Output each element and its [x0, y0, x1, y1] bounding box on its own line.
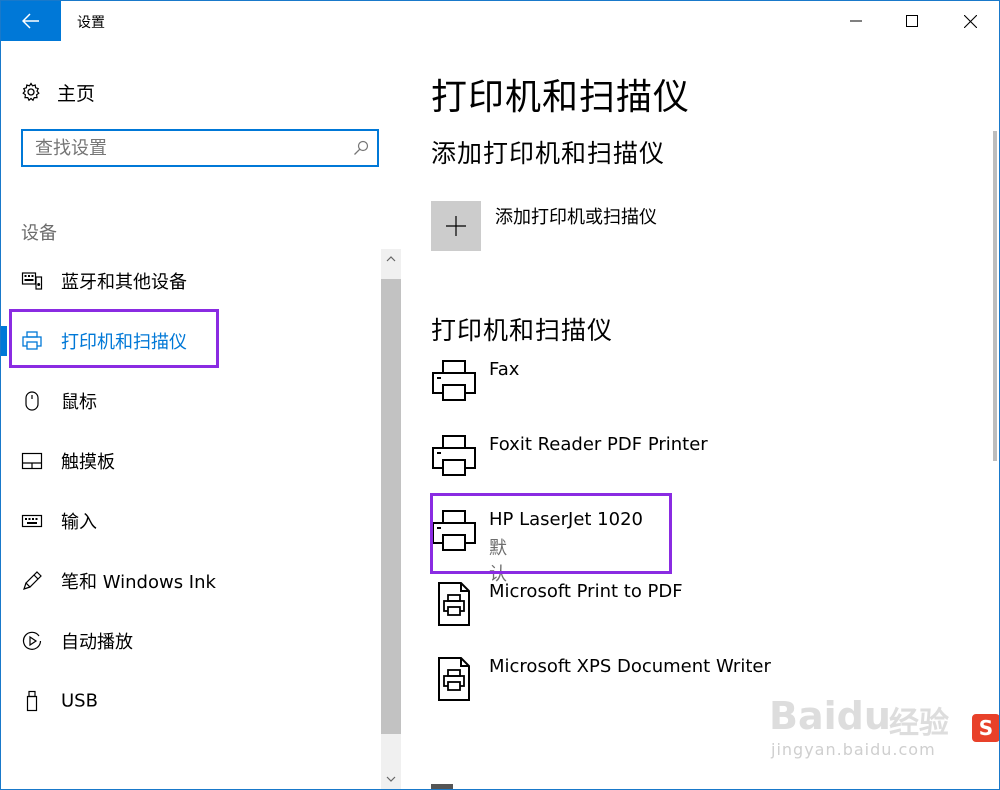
scroll-up-button[interactable]: [381, 249, 401, 269]
watermark-url: jingyan.baidu.com: [771, 740, 936, 759]
bluetooth-devices-icon: [21, 270, 43, 292]
main-content: 打印机和扫描仪 添加打印机和扫描仪 添加打印机或扫描仪 打印机和扫描仪 Fax: [401, 41, 999, 789]
printer-name: Microsoft XPS Document Writer: [489, 656, 771, 677]
title-bar: 设置: [1, 1, 999, 41]
sidebar-item-label: 自动播放: [61, 632, 133, 653]
sidebar-item-mouse[interactable]: 鼠标: [1, 371, 379, 431]
sidebar: 主页 设备 蓝牙和其他设备: [1, 41, 401, 789]
document-printer-icon: [438, 582, 470, 626]
list-section-title: 打印机和扫描仪: [431, 316, 614, 345]
baidu-watermark: Baidu 经验 jingyan.baidu.com S: [761, 684, 999, 774]
sidebar-item-usb[interactable]: USB: [1, 671, 379, 731]
home-link[interactable]: 主页: [21, 79, 95, 105]
section-label-devices: 设备: [21, 223, 57, 244]
home-label: 主页: [57, 82, 96, 105]
scrollbar-thumb[interactable]: [381, 279, 401, 734]
maximize-icon: [906, 15, 918, 27]
minimize-button[interactable]: [827, 1, 885, 41]
active-indicator: [1, 326, 7, 356]
highlight-box-printer: [430, 493, 672, 574]
printer-icon: [432, 360, 476, 401]
printer-name: Microsoft Print to PDF: [489, 581, 683, 602]
sogou-logo-icon: S: [972, 714, 999, 742]
watermark-brand: Baidu: [769, 694, 891, 738]
sidebar-item-label: 鼠标: [61, 392, 97, 413]
close-button[interactable]: [941, 1, 999, 41]
close-icon: [963, 14, 977, 28]
chevron-up-icon: [386, 256, 396, 262]
plus-icon: [446, 216, 466, 236]
sidebar-item-label: 输入: [61, 512, 97, 533]
highlight-box-sidebar: [9, 309, 219, 368]
search-box[interactable]: [21, 129, 379, 167]
minimize-icon: [850, 20, 862, 22]
scrollbar-thumb[interactable]: [993, 131, 997, 461]
back-button[interactable]: [1, 1, 61, 41]
mouse-icon: [21, 390, 43, 412]
search-icon: [354, 140, 369, 155]
search-input[interactable]: [35, 137, 335, 159]
touchpad-icon: [21, 450, 43, 472]
usb-icon: [21, 690, 43, 712]
sidebar-item-label: 蓝牙和其他设备: [61, 272, 187, 293]
main-scrollbar[interactable]: [991, 41, 999, 789]
sidebar-item-label: USB: [61, 690, 98, 712]
add-printer-label: 添加打印机或扫描仪: [495, 207, 657, 228]
settings-window: 设置 主页 设备: [0, 0, 1000, 790]
sidebar-item-typing[interactable]: 输入: [1, 491, 379, 551]
printer-name: Foxit Reader PDF Printer: [489, 434, 708, 455]
scroll-down-button[interactable]: [381, 769, 401, 789]
pen-icon: [21, 570, 43, 592]
sidebar-scrollbar[interactable]: [381, 249, 401, 789]
sidebar-item-autoplay[interactable]: 自动播放: [1, 611, 379, 671]
printer-icon: [432, 435, 476, 476]
add-tile[interactable]: [431, 201, 481, 251]
page-title: 打印机和扫描仪: [431, 77, 691, 118]
add-printer-button[interactable]: 添加打印机或扫描仪: [431, 201, 657, 253]
sidebar-item-label: 触摸板: [61, 452, 115, 473]
window-title: 设置: [77, 15, 105, 31]
autoplay-icon: [21, 630, 43, 652]
printer-name: Fax: [489, 359, 520, 380]
add-section-title: 添加打印机和扫描仪: [431, 139, 666, 168]
document-printer-icon: [438, 657, 470, 701]
partial-list-item-icon: [431, 784, 453, 789]
watermark-brand-cn: 经验: [889, 706, 949, 741]
keyboard-icon: [21, 510, 43, 532]
sidebar-item-pen[interactable]: 笔和 Windows Ink: [1, 551, 379, 611]
sidebar-item-touchpad[interactable]: 触摸板: [1, 431, 379, 491]
maximize-button[interactable]: [883, 1, 941, 41]
sidebar-item-bluetooth[interactable]: 蓝牙和其他设备: [1, 251, 379, 311]
arrow-left-icon: [22, 13, 39, 29]
gear-icon: [22, 82, 40, 102]
chevron-down-icon: [386, 776, 396, 782]
sidebar-item-label: 笔和 Windows Ink: [61, 572, 216, 593]
